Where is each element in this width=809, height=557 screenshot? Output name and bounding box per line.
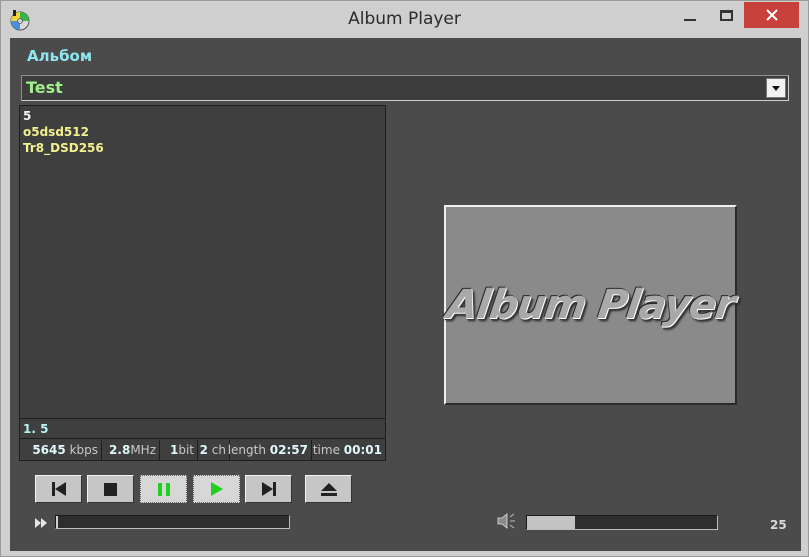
seek-progress (56, 516, 58, 528)
title-bar[interactable]: Album Player (1, 1, 808, 38)
previous-track-button[interactable] (35, 475, 82, 503)
now-playing-track: 1. 5 (20, 420, 385, 439)
play-icon (210, 482, 223, 496)
bits-unit: bit (178, 443, 194, 457)
skip-forward-icon (261, 482, 276, 496)
track-item[interactable]: 5 (23, 108, 382, 124)
maximize-button[interactable] (709, 2, 743, 28)
chevron-down-icon (772, 85, 780, 91)
album-cover: Album Player (444, 205, 737, 405)
track-item[interactable]: o5dsd512 (23, 124, 382, 140)
samplerate-stat: 2.8 MHz (102, 440, 160, 460)
seek-slider[interactable] (55, 515, 290, 529)
samplerate-unit: MHz (130, 443, 156, 457)
volume-level (527, 516, 575, 529)
bitrate-stat: 5645 kbps (20, 440, 102, 460)
channels-stat: 2 ch (198, 440, 230, 460)
minimize-button[interactable] (675, 2, 705, 28)
dropdown-arrow-button[interactable] (766, 78, 786, 98)
album-dropdown-value: Test (26, 78, 63, 97)
channels-unit: ch (211, 443, 226, 457)
time-stat: time 00:01 (312, 440, 385, 460)
album-dropdown[interactable]: Test (21, 75, 789, 101)
length-value: 02:57 (269, 443, 308, 457)
maximize-icon (719, 9, 733, 21)
eject-button[interactable] (305, 475, 352, 503)
skip-back-icon (51, 482, 66, 496)
track-item[interactable]: Tr8_DSD256 (23, 140, 382, 156)
track-panel: 5 o5dsd512 Tr8_DSD256 1. 5 5645 kbps 2.8… (19, 105, 386, 461)
time-label: time (312, 443, 340, 457)
volume-value: 25 (770, 518, 787, 532)
stop-button[interactable] (87, 475, 134, 503)
fast-forward-icon (35, 517, 49, 529)
app-window: Album Player Альбом Test 5 o5dsd512 Tr8_… (0, 0, 809, 557)
bits-stat: 1 bit (160, 440, 198, 460)
volume-slider[interactable] (526, 515, 718, 530)
cover-logo-text: Album Player (443, 282, 738, 328)
samplerate-value: 2.8 (109, 443, 131, 457)
eject-icon (320, 482, 337, 496)
album-label: Альбом (27, 47, 93, 65)
track-list[interactable]: 5 o5dsd512 Tr8_DSD256 (20, 106, 385, 419)
speaker-icon[interactable] (497, 513, 517, 529)
close-icon (765, 9, 778, 21)
length-label: length (227, 443, 266, 457)
bitrate-unit: kbps (69, 443, 98, 457)
stream-info-bar: 5645 kbps 2.8 MHz 1 bit 2 ch length 02:57 … (20, 440, 385, 460)
channels-value: 2 (199, 443, 208, 457)
time-value: 00:01 (343, 443, 382, 457)
stop-icon (104, 482, 117, 496)
minimize-icon (684, 19, 696, 21)
player-client-area: Альбом Test 5 o5dsd512 Tr8_DSD256 1. 5 5… (10, 38, 801, 551)
bits-value: 1 (169, 443, 179, 457)
next-track-button[interactable] (245, 475, 292, 503)
pause-icon (157, 482, 170, 496)
pause-button[interactable] (140, 475, 187, 503)
play-button[interactable] (193, 475, 240, 503)
bitrate-value: 5645 (32, 443, 66, 457)
close-button[interactable] (744, 2, 799, 28)
length-stat: length 02:57 (227, 440, 312, 460)
